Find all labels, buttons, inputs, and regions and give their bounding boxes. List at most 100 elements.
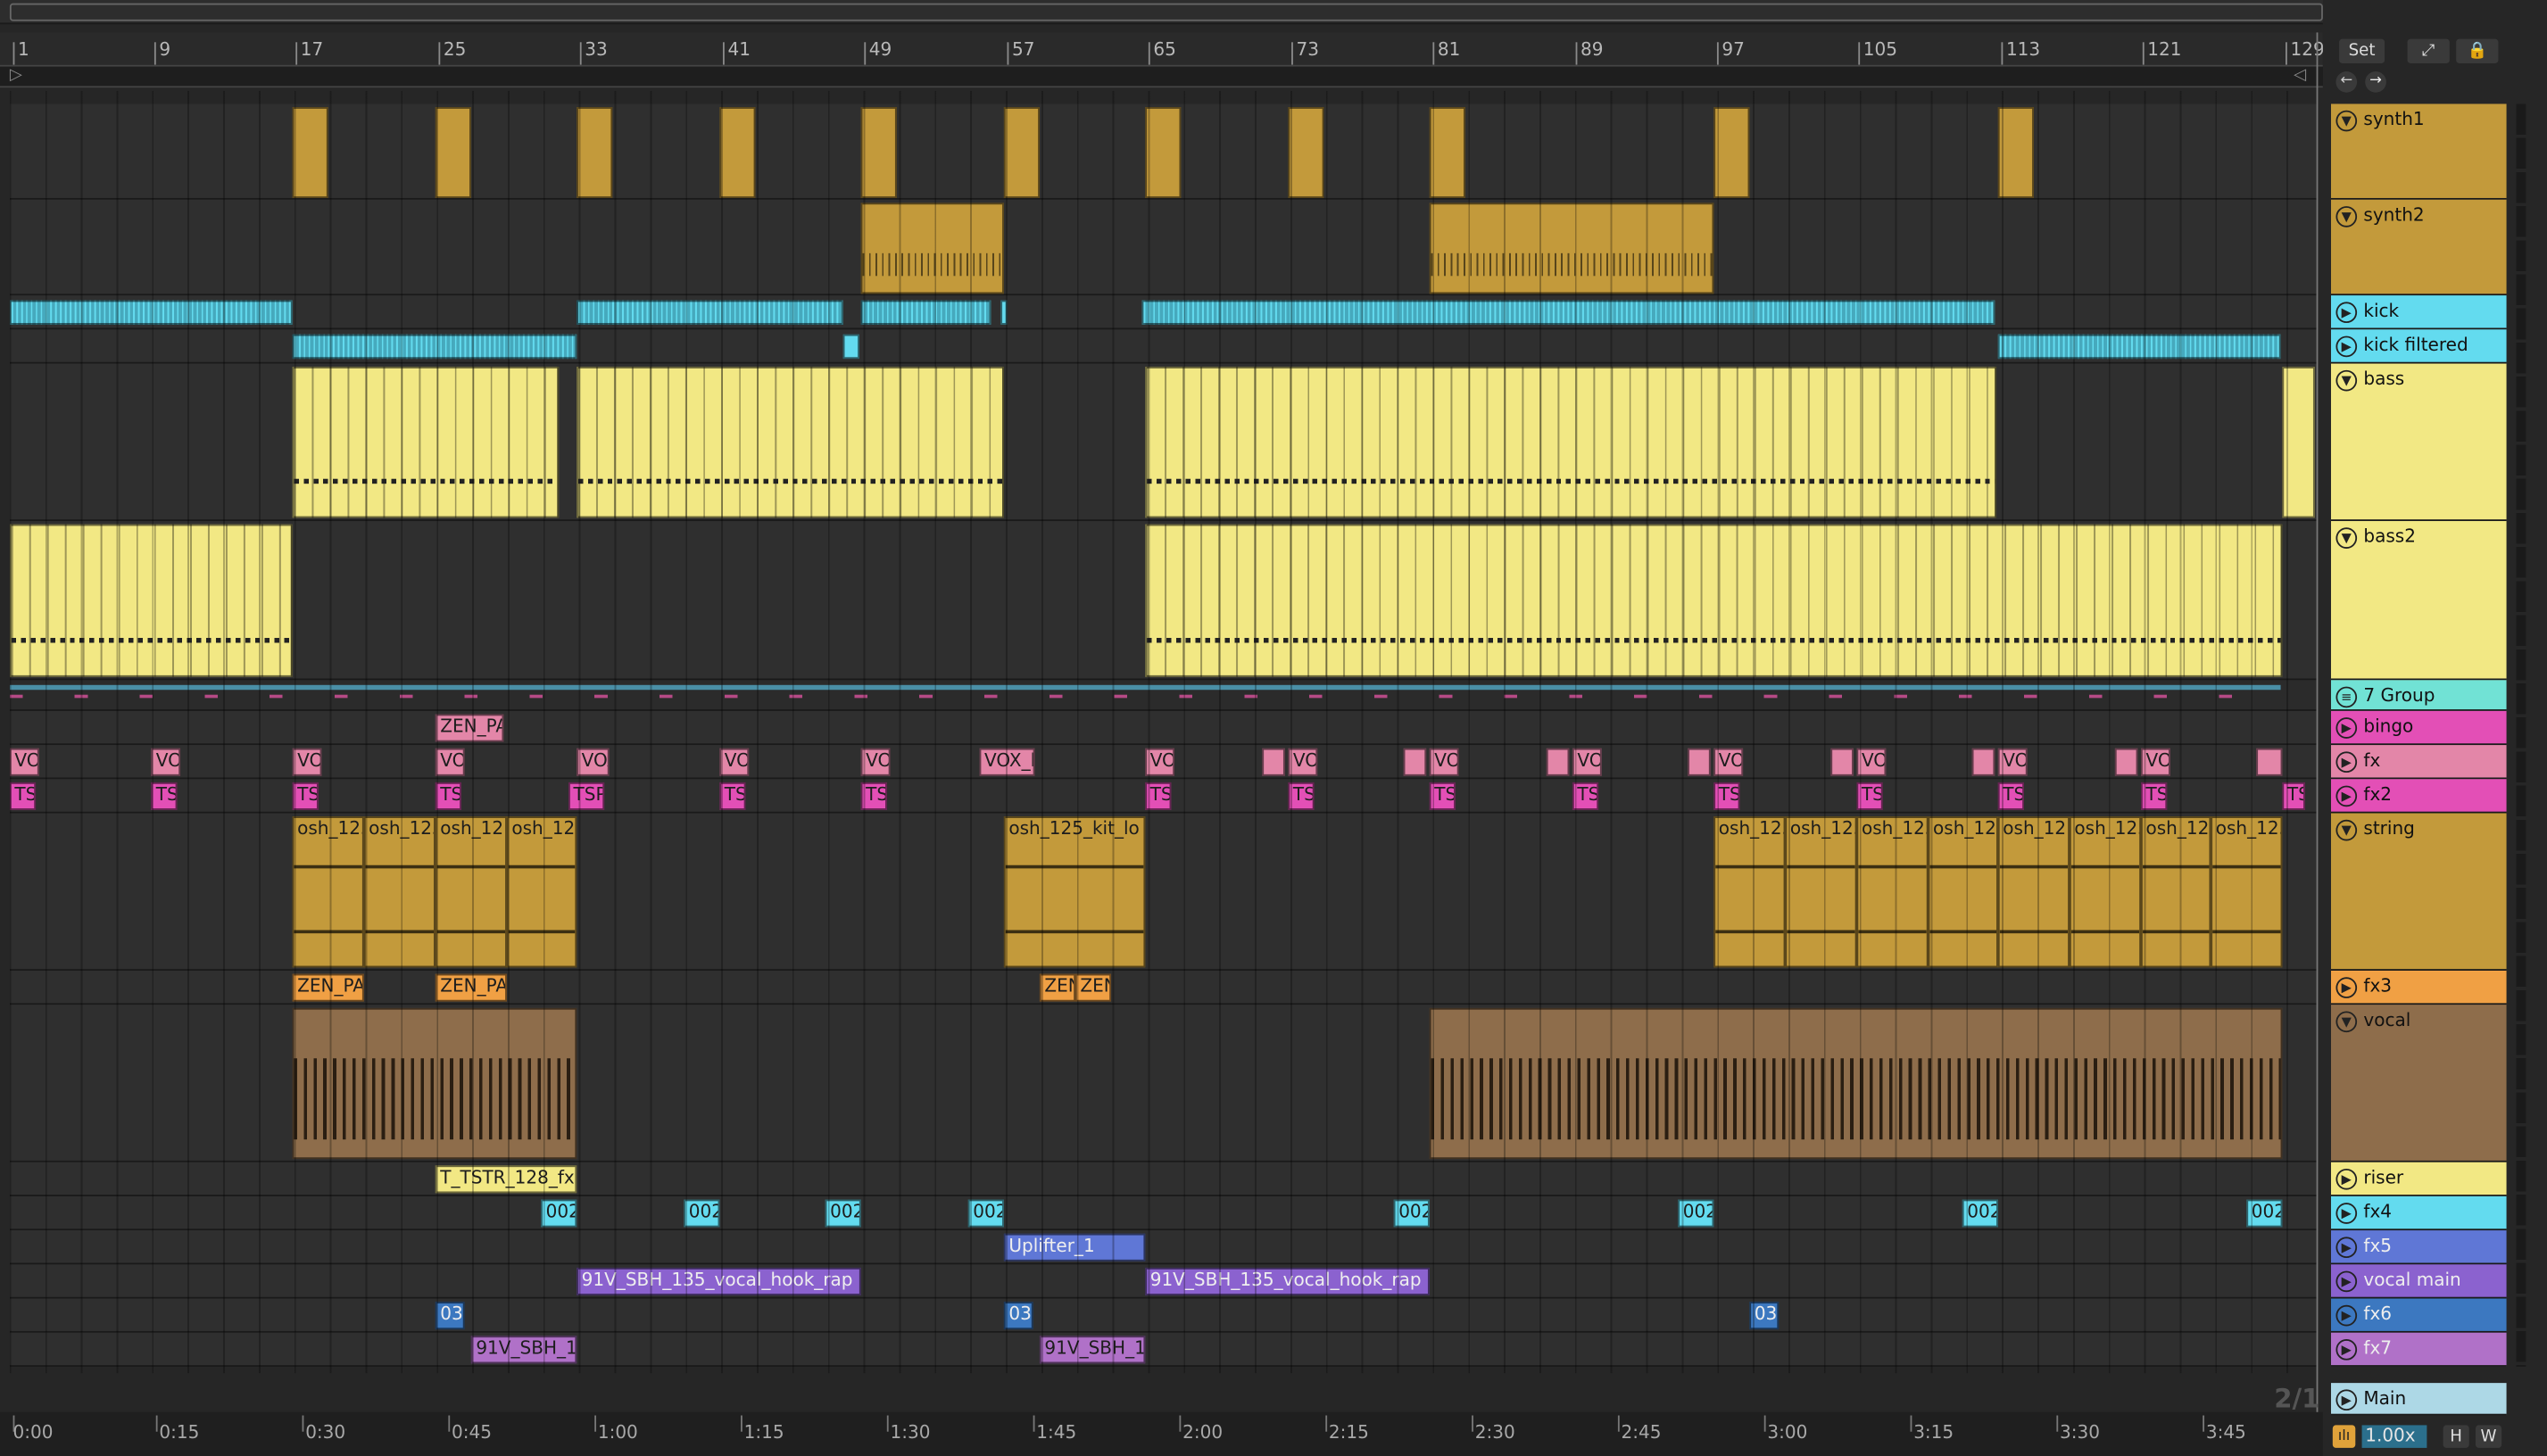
clip-fx4[interactable]: 002 [1962, 1199, 1998, 1228]
lane-fx2[interactable]: TS TS TS TS TSP TS TS TS TS TS TS TS TS … [9, 779, 2317, 814]
clip-bass[interactable] [1145, 367, 1997, 518]
track-header-fx5[interactable]: ▶ fx5 [2330, 1230, 2507, 1265]
arrangement-overview[interactable] [0, 0, 2323, 25]
play-icon[interactable]: ▶ [2335, 1203, 2358, 1224]
clip-fx[interactable]: VO [1572, 748, 1602, 776]
clip-fx7[interactable]: 91V_SBH_1 [1039, 1336, 1146, 1364]
clip-kick-filtered[interactable] [1997, 334, 2281, 360]
track-header-fx2[interactable]: ▶ fx2 [2330, 779, 2507, 814]
lane-fx4[interactable]: 002 002 002 002 002 002 002 002 [9, 1195, 2317, 1231]
clip-synth1[interactable] [1713, 107, 1750, 198]
clip-string[interactable]: osh_125 [2211, 816, 2283, 968]
back-arrow-icon[interactable]: ← [2335, 71, 2358, 93]
clip-synth1[interactable] [1429, 107, 1465, 198]
clip-fx[interactable] [1971, 748, 1995, 776]
clip-fx[interactable]: VOX [577, 748, 610, 776]
lane-bass[interactable] [9, 363, 2317, 522]
track-header-synth1[interactable]: ▼ synth1 [2330, 103, 2507, 200]
beat-ruler[interactable]: 1 9 17 25 33 41 49 57 65 73 81 89 97 105… [0, 32, 2325, 65]
clip-vocal-main[interactable]: 91V_SBH_135_vocal_hook_rap [577, 1267, 861, 1295]
clip-fx2[interactable]: TS [1145, 782, 1172, 810]
lane-bingo[interactable]: ZEN_PA [9, 710, 2317, 746]
clip-fx4[interactable]: 002 [541, 1199, 577, 1228]
clip-vocal[interactable] [292, 1007, 577, 1160]
clip-fx[interactable]: VO [435, 748, 465, 776]
clip-fx4[interactable]: 002 [1393, 1199, 1430, 1228]
clip-string[interactable]: osh_125 [1856, 816, 1929, 968]
fold-icon[interactable]: ▼ [2335, 1011, 2358, 1033]
track-header-vocal[interactable]: ▼ vocal [2330, 1005, 2507, 1162]
clip-fx2[interactable]: TS [435, 782, 461, 810]
clip-synth1[interactable] [860, 107, 897, 198]
clip-fx[interactable]: VO [151, 748, 181, 776]
lane-7-group[interactable] [9, 680, 2317, 711]
clip-synth2[interactable] [860, 203, 1004, 294]
zoom-field[interactable]: 1.00x [2361, 1425, 2427, 1448]
clip-fx6[interactable]: 03 [1003, 1302, 1033, 1330]
play-icon[interactable]: ▶ [2335, 785, 2358, 807]
clip-fx4[interactable]: 002 [825, 1199, 861, 1228]
clip-fx2[interactable]: TS [1713, 782, 1740, 810]
play-icon[interactable]: ▶ [2335, 335, 2358, 358]
waveform-icon[interactable]: ılı [2332, 1425, 2356, 1448]
play-icon[interactable]: ▶ [2335, 302, 2358, 324]
clip-string[interactable]: osh_125 [2069, 816, 2142, 968]
clip-kick[interactable] [1000, 300, 1008, 325]
clip-fx4[interactable]: 002 [967, 1199, 1004, 1228]
lane-fx7[interactable]: 91V_SBH_1 91V_SBH_1 [9, 1332, 2317, 1367]
clip-fx[interactable] [1546, 748, 1570, 776]
clip-fx[interactable]: VO [1997, 748, 2028, 776]
clip-fx2[interactable]: TS [860, 782, 887, 810]
forward-arrow-icon[interactable]: → [2365, 71, 2386, 93]
track-header-7-group[interactable]: ≡ 7 Group [2330, 680, 2507, 711]
clip-kick-filtered[interactable] [292, 334, 577, 360]
track-header-main[interactable]: ▶ Main [2330, 1383, 2507, 1416]
lane-synth1[interactable] [9, 103, 2317, 200]
clip-fx[interactable]: VO [292, 748, 322, 776]
track-header-vocal-main[interactable]: ▶ vocal main [2330, 1264, 2507, 1299]
clip-vocal-main[interactable]: 91V_SBH_135_vocal_hook_rap [1145, 1267, 1430, 1295]
track-header-bass2[interactable]: ▼ bass2 [2330, 521, 2507, 681]
track-header-kick[interactable]: ▶ kick [2330, 295, 2507, 330]
clip-fx[interactable] [2114, 748, 2138, 776]
clip-kick[interactable] [9, 300, 293, 325]
clip-string[interactable]: osh_125 [1785, 816, 1857, 968]
clip-fx3[interactable]: ZEN [1039, 973, 1075, 1002]
clip-string[interactable]: osh_125 [506, 816, 577, 968]
fold-icon[interactable]: ▼ [2335, 206, 2358, 228]
track-header-fx[interactable]: ▶ fx [2330, 745, 2507, 780]
play-icon[interactable]: ▶ [2335, 751, 2358, 774]
group-icon[interactable]: ≡ [2335, 686, 2358, 708]
clip-fx2[interactable]: TS [2141, 782, 2168, 810]
clip-fx[interactable]: VO [1856, 748, 1887, 776]
clip-bass[interactable] [577, 367, 1004, 518]
clip-synth1[interactable] [435, 107, 471, 198]
play-icon[interactable]: ▶ [2335, 1237, 2358, 1259]
w-button[interactable]: W [2475, 1425, 2502, 1448]
clip-fx2[interactable]: TS [719, 782, 746, 810]
clip-fx4[interactable]: 002 [1678, 1199, 1714, 1228]
clip-string[interactable]: osh_125 [292, 816, 364, 968]
clip-fx2[interactable]: TS [9, 782, 37, 810]
clip-fx2[interactable]: TS [1288, 782, 1315, 810]
lane-fx3[interactable]: ZEN_PA ZEN_PA ZEN ZEN [9, 971, 2317, 1005]
track-header-fx6[interactable]: ▶ fx6 [2330, 1298, 2507, 1333]
lane-synth2[interactable] [9, 199, 2317, 296]
clip-string[interactable]: osh_125 [1928, 816, 1998, 968]
clip-fx[interactable]: VO [9, 748, 39, 776]
lane-riser[interactable]: T_TSTR_128_fx [9, 1162, 2317, 1196]
clip-bass[interactable] [292, 367, 560, 518]
track-header-fx3[interactable]: ▶ fx3 [2330, 971, 2507, 1005]
play-icon[interactable]: ▶ [2335, 1168, 2358, 1190]
clip-fx[interactable] [1403, 748, 1427, 776]
clip-fx5[interactable]: Uplifter_1 [1003, 1233, 1146, 1262]
lane-kick[interactable] [9, 295, 2317, 330]
play-icon[interactable]: ▶ [2335, 717, 2358, 739]
clip-fx2[interactable]: TS [151, 782, 178, 810]
play-icon[interactable]: ▶ [2335, 1270, 2358, 1293]
clip-fx[interactable] [1830, 748, 1854, 776]
clip-kick[interactable] [860, 300, 991, 325]
clip-riser[interactable]: T_TSTR_128_fx [435, 1165, 577, 1194]
clip-fx[interactable] [2256, 748, 2283, 776]
clip-string[interactable]: osh_12 [435, 816, 507, 968]
